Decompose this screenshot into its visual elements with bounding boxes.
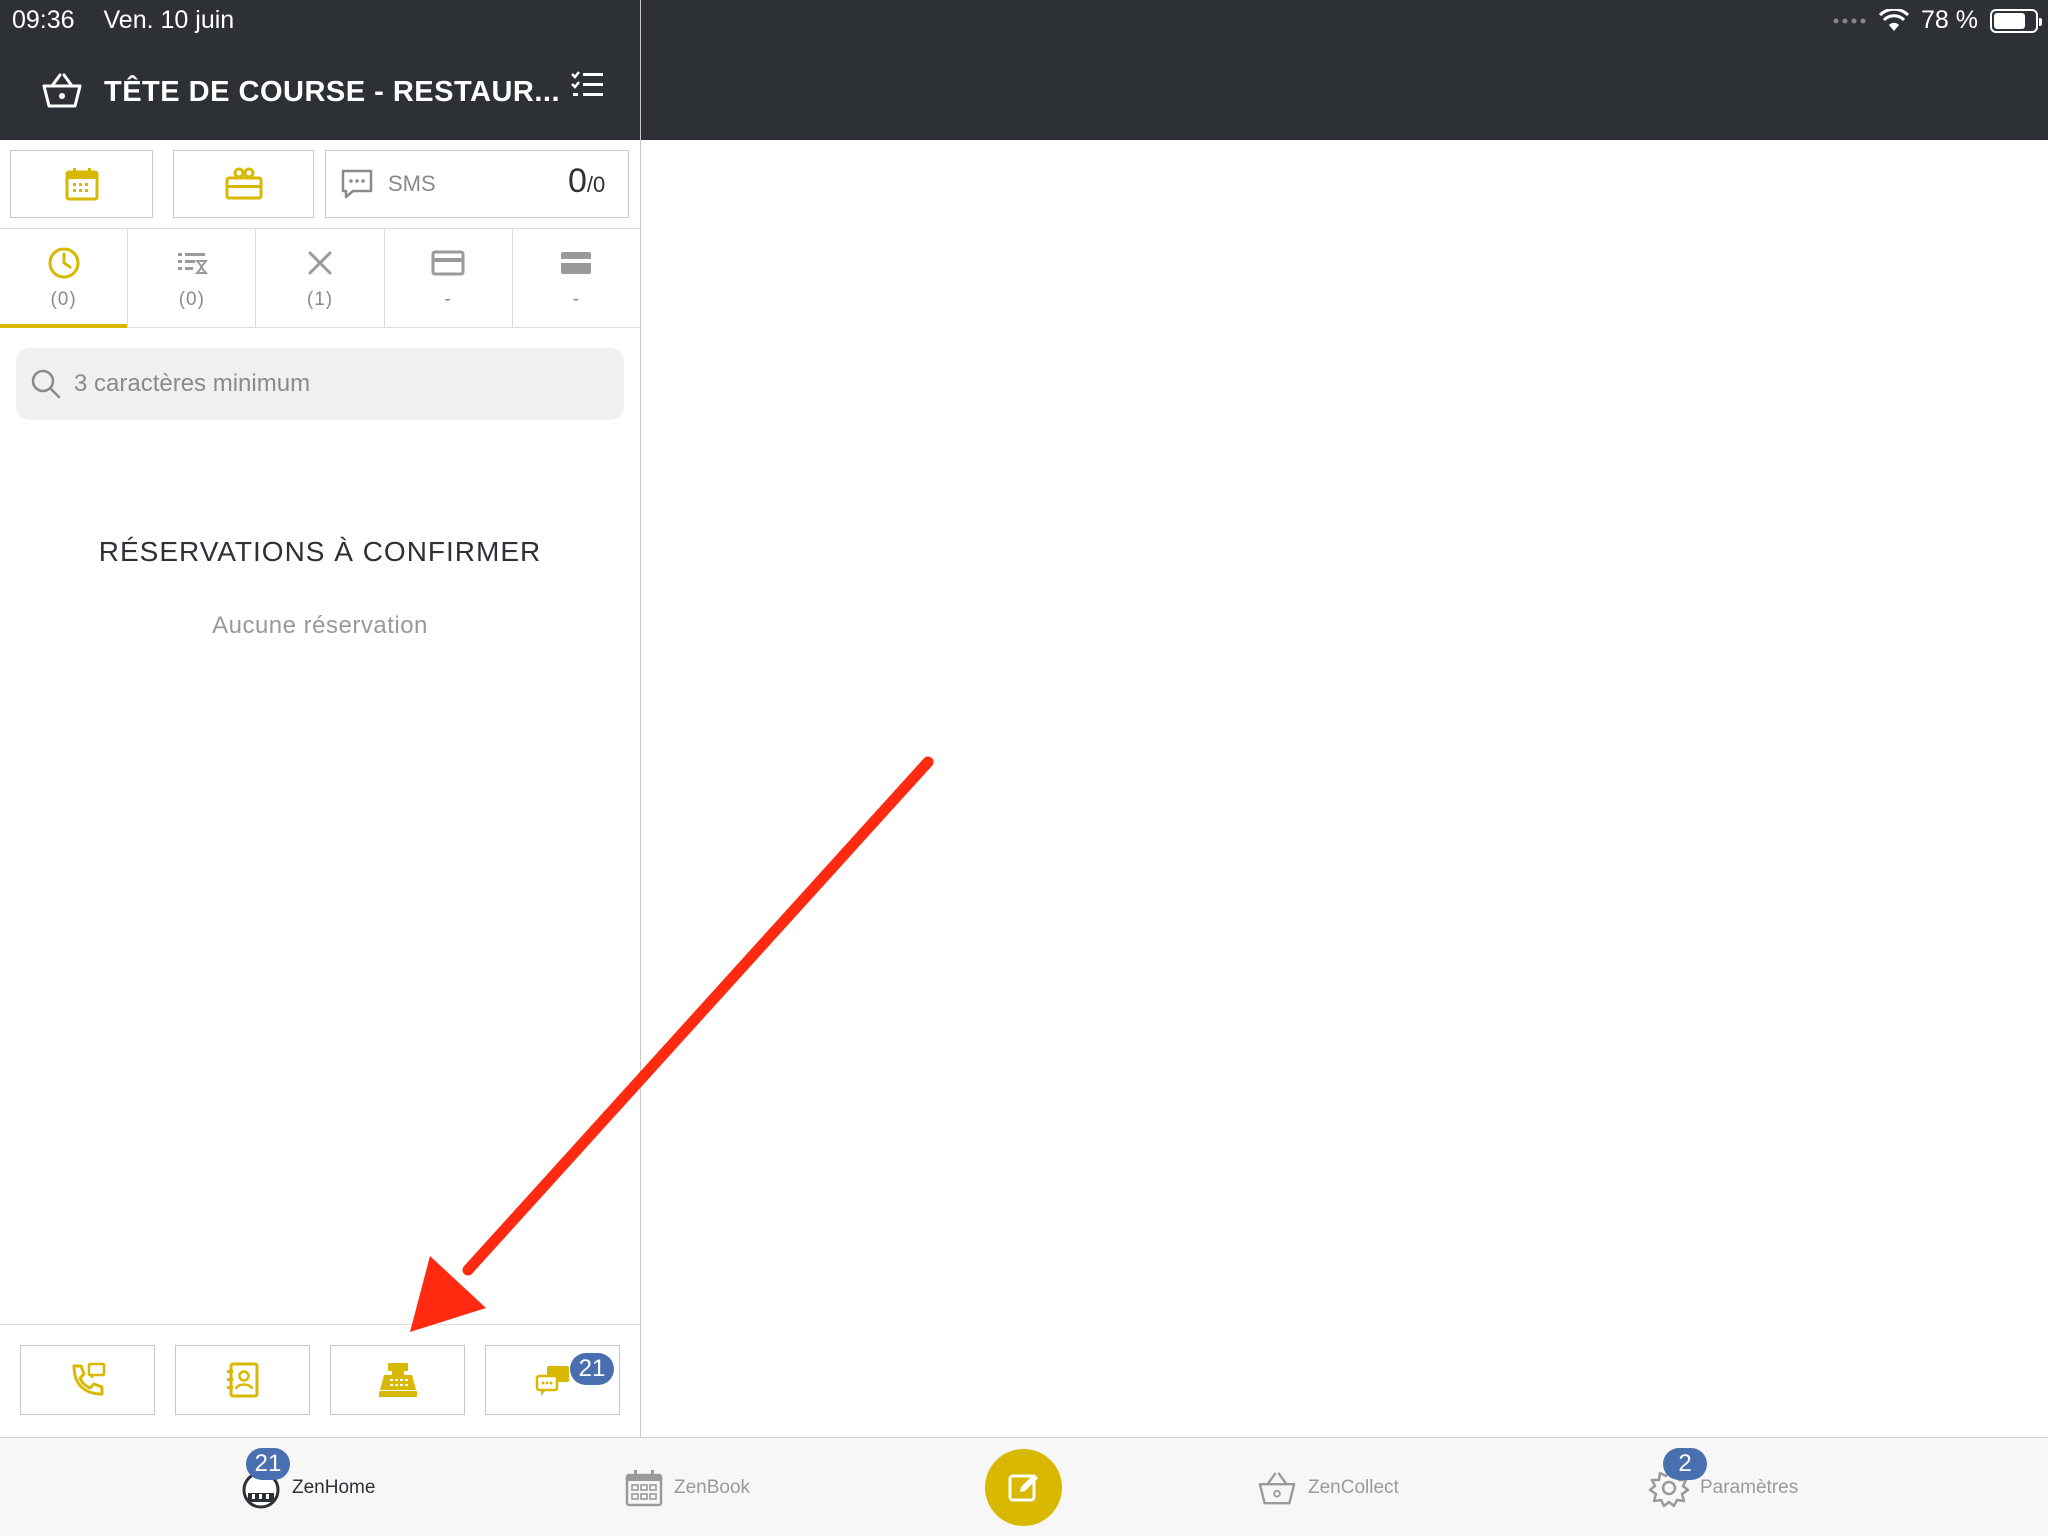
status-bar-left: 09:36 Ven. 10 juin xyxy=(12,6,256,35)
cash-register-icon xyxy=(378,1363,417,1397)
bottom-separator xyxy=(0,1324,640,1325)
sms-counter: 0/0 xyxy=(568,162,605,201)
search-bar xyxy=(16,348,624,420)
task-list-icon[interactable] xyxy=(570,70,604,105)
calendar-icon xyxy=(65,168,98,201)
credit-card-icon xyxy=(431,250,465,276)
tab-waitlist[interactable]: (0) xyxy=(128,229,257,327)
parametres-badge: 2 xyxy=(1663,1448,1707,1480)
gift-button[interactable] xyxy=(173,150,314,218)
payment-card-icon xyxy=(561,252,592,274)
tab-zencollect-label: ZenCollect xyxy=(1308,1476,1399,1498)
sms-label: SMS xyxy=(388,171,436,196)
bottom-tab-bar: ZenHome 21 ZenBook ZenCollect Paramètres… xyxy=(0,1437,2048,1536)
empty-state-text: Aucune réservation xyxy=(212,612,428,639)
filter-tabs: (0) (0) (1) - - xyxy=(0,228,640,328)
clock-icon xyxy=(48,247,80,279)
battery-percent: 78 % xyxy=(1921,6,1978,34)
status-bar-right: 78 % xyxy=(1833,6,2042,35)
sms-count-value: 0 xyxy=(568,162,587,200)
contact-book-icon xyxy=(226,1362,258,1398)
panel-divider xyxy=(640,0,641,1437)
battery-level xyxy=(1994,12,2026,29)
tab-payment[interactable]: - xyxy=(513,229,640,327)
chat-messages-icon xyxy=(535,1366,569,1396)
tab-card[interactable]: - xyxy=(385,229,513,327)
search-icon xyxy=(31,369,61,399)
phone-call-button[interactable] xyxy=(20,1345,155,1415)
contacts-button[interactable] xyxy=(175,1345,310,1415)
tab-pending-count: (0) xyxy=(50,289,77,310)
status-date: Ven. 10 juin xyxy=(103,6,235,34)
tab-zenbook[interactable]: ZenBook xyxy=(624,1438,750,1536)
calendar-grid-icon xyxy=(625,1469,663,1506)
messages-badge: 21 xyxy=(570,1353,614,1385)
status-time: 09:36 xyxy=(12,6,75,34)
page-title: TÊTE DE COURSE - RESTAUR... xyxy=(104,76,561,108)
reservations-title: RÉSERVATIONS À CONFIRMER xyxy=(98,536,542,567)
signal-dots-icon xyxy=(1833,18,1866,23)
tab-zenbook-label: ZenBook xyxy=(674,1476,751,1498)
basket-icon xyxy=(1258,1472,1296,1504)
close-icon xyxy=(308,251,332,275)
tab-waitlist-count: (0) xyxy=(178,289,205,310)
tab-card-count: - xyxy=(444,289,452,310)
tab-zenhome-label: ZenHome xyxy=(292,1476,376,1498)
tab-payment-count: - xyxy=(572,289,581,310)
search-input[interactable] xyxy=(74,370,594,398)
compose-button[interactable] xyxy=(985,1449,1062,1526)
tab-cancelled-count: (1) xyxy=(306,289,334,310)
waitlist-hourglass-icon xyxy=(177,253,208,274)
sms-count-total: /0 xyxy=(586,172,606,197)
wifi-icon xyxy=(1879,8,1910,31)
top-bar: 09:36 Ven. 10 juin 78 % TÊTE DE COURSE -… xyxy=(0,0,2048,140)
battery-icon xyxy=(1990,8,2042,33)
edit-icon xyxy=(1008,1473,1038,1501)
calendar-button[interactable] xyxy=(10,150,153,218)
gift-icon xyxy=(225,167,262,200)
tab-pending[interactable]: (0) xyxy=(0,229,129,328)
cash-register-button[interactable] xyxy=(330,1345,465,1415)
zenhome-badge: 21 xyxy=(246,1448,290,1480)
chat-bubble-icon xyxy=(341,169,373,199)
tab-cancelled[interactable]: (1) xyxy=(256,229,385,327)
basket-icon xyxy=(40,70,84,115)
tab-zencollect[interactable]: ZenCollect xyxy=(1256,1438,1399,1536)
tab-parametres-label: Paramètres xyxy=(1700,1476,1799,1498)
phone-icon xyxy=(72,1362,105,1396)
